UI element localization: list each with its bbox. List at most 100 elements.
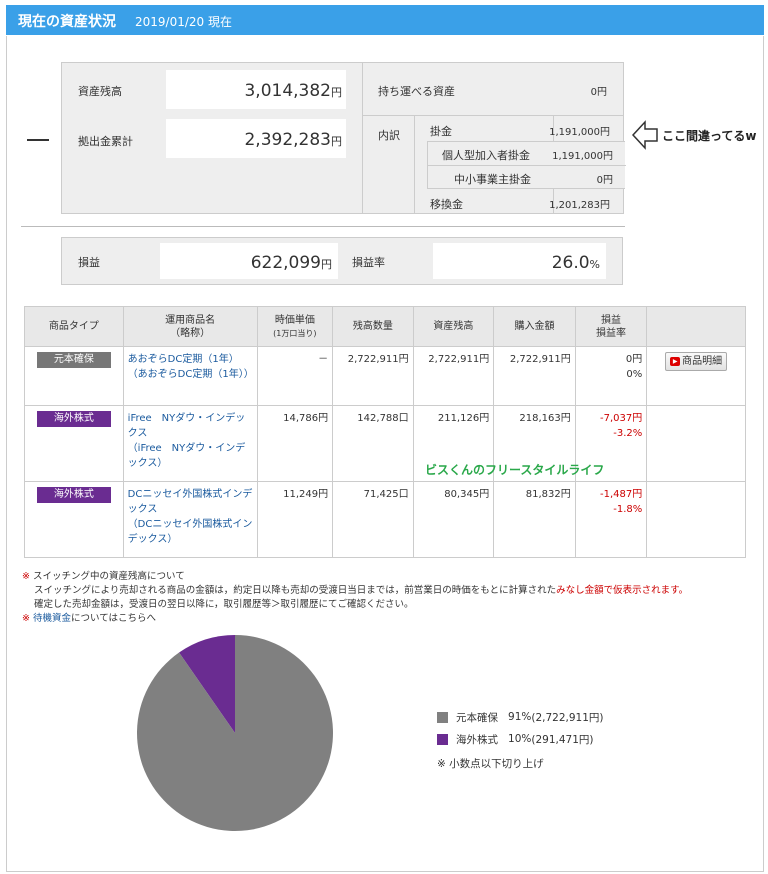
sme-label: 中小事業主掛金 [454, 173, 531, 186]
pl-value: -7,037円 [600, 413, 643, 424]
product-detail-button[interactable]: ▶ 商品明細 [665, 352, 728, 371]
qty-cell: 71,425口 [332, 481, 414, 558]
fund-name-link[interactable]: DCニッセイ外国株式インデックス [128, 489, 253, 515]
name-cell: あおぞらDC定期（1年） （あおぞらDC定期（1年）） [122, 346, 258, 406]
table-row: 海外株式 DCニッセイ外国株式インデックス （DCニッセイ外国株式インデックス） … [24, 481, 746, 558]
type-badge: 海外株式 [36, 487, 111, 503]
pl-value: 0円 [625, 354, 643, 365]
portable-label: 持ち運べる資産 [378, 85, 455, 98]
type-cell: 海外株式 [24, 481, 124, 558]
individual-label: 個人型加入者掛金 [442, 149, 530, 162]
collapse-dash-icon[interactable] [27, 139, 49, 141]
action-cell [646, 405, 746, 482]
transfer-label: 移換金 [430, 198, 463, 211]
legend-footnote: ※ 小数点以下切り上げ [437, 757, 544, 770]
col-action [646, 306, 746, 347]
name-cell: iFree NYダウ・インデックス （iFree NYダウ・インデックス） [122, 405, 258, 482]
col-name: 運用商品名 （略称） [122, 306, 258, 347]
type-cell: 海外株式 [24, 405, 124, 482]
legend-pct: 10% [508, 733, 532, 745]
balance-cell: 2,722,911円 [412, 346, 495, 406]
profit-rate-value: 26.0% [551, 253, 600, 273]
col-price: 時価単価 (1万口当り) [256, 306, 334, 347]
action-cell: ▶ 商品明細 [646, 346, 746, 406]
legend-amount: (2,722,911円) [531, 711, 604, 724]
contrib-value-box: 2,392,283円 [166, 119, 346, 158]
balance-value: 3,014,382円 [244, 81, 342, 101]
name-cell: DCニッセイ外国株式インデックス （DCニッセイ外国株式インデックス） [122, 481, 258, 558]
price-cell: 11,249円 [256, 481, 334, 558]
legend-amount: (291,471円) [531, 733, 594, 746]
balance-summary-box: 資産残高 3,014,382円 拠出金累計 2,392,283円 [61, 62, 363, 214]
pl-cell: 0円 0% [574, 346, 648, 406]
profit-rate-label: 損益率 [352, 256, 385, 269]
page-title: 現在の資産状況 [18, 14, 116, 30]
arrow-left-icon [632, 120, 658, 150]
annotation-note: ここ間違ってるw [662, 129, 757, 143]
balance-cell: 80,345円 [412, 481, 495, 558]
kakekin-label: 掛金 [430, 125, 452, 138]
individual-value: 1,191,000円 [552, 151, 613, 162]
fund-short-name[interactable]: （あおぞらDC定期（1年）） [128, 369, 254, 380]
type-cell: 元本確保 [24, 346, 124, 406]
portable-value: 0円 [590, 87, 607, 98]
col-purchase: 購入金額 [493, 306, 576, 347]
as-of-date: 2019/01/20 現在 [135, 15, 232, 29]
kakekin-value: 1,191,000円 [549, 127, 610, 138]
divider [428, 165, 626, 166]
pl-rate: -1.8% [613, 504, 643, 515]
breakdown-table: 掛金 1,191,000円 個人型加入者掛金 1,191,000円 中小事業主掛… [414, 116, 626, 213]
pl-cell: -1,487円 -1.8% [574, 481, 648, 558]
note-line-1: スイッチングにより売却される商品の金額は，約定日以降も売却の受渡日当日までは，前… [34, 585, 689, 596]
note-standby: ※ 待機資金についてはこちらへ [22, 613, 157, 624]
col-pl: 損益 損益率 [574, 306, 648, 347]
action-cell [646, 481, 746, 558]
type-badge: 元本確保 [36, 352, 111, 368]
balance-label: 資産残高 [78, 85, 122, 98]
fund-name-link[interactable]: あおぞらDC定期（1年） [128, 354, 239, 365]
qty-cell: 2,722,911円 [332, 346, 414, 406]
profit-value: 622,099円 [250, 253, 332, 273]
contrib-label: 拠出金累計 [78, 135, 133, 148]
page-header: 現在の資産状況 2019/01/20 現在 [6, 5, 764, 35]
chart-legend: 元本確保 91% (2,722,911円) 海外株式 10% (291,471円… [437, 706, 604, 774]
profit-label: 損益 [78, 256, 100, 269]
profit-value-box: 622,099円 [160, 243, 338, 279]
play-icon: ▶ [670, 356, 681, 366]
col-balance: 資産残高 [412, 306, 495, 347]
legend-item: 元本確保 91% (2,722,911円) [437, 706, 604, 728]
sme-value: 0円 [596, 175, 613, 186]
pie-slice-principal-guaranteed [136, 635, 333, 831]
note-line-2: 確定した売却金額は，受渡日の翌日以降に，取引履歴等＞取引履歴にてご確認ください。 [34, 599, 414, 610]
table-row: 海外株式 iFree NYダウ・インデックス （iFree NYダウ・インデックス… [24, 405, 746, 482]
legend-label: 元本確保 [456, 711, 498, 724]
legend-swatch [437, 711, 448, 723]
legend-item: 海外株式 10% (291,471円) [437, 728, 604, 750]
legend-pct: 91% [508, 711, 532, 723]
table-header-row: 商品タイプ 運用商品名 （略称） 時価単価 (1万口当り) 残高数量 資産残高 購入… [24, 306, 746, 347]
profit-rate-value-box: 26.0% [433, 243, 606, 279]
contrib-value: 2,392,283円 [244, 130, 342, 150]
purchase-cell: 81,832円 [493, 481, 576, 558]
type-badge: 海外株式 [36, 411, 111, 427]
fund-short-name[interactable]: （DCニッセイ外国株式インデックス） [128, 519, 253, 545]
price-cell: － [256, 346, 334, 406]
price-cell: 14,786円 [256, 405, 334, 482]
pl-value: -1,487円 [600, 489, 643, 500]
profit-box: 損益 622,099円 損益率 26.0% [61, 237, 623, 285]
blog-watermark: ビスくんのフリースタイルライフ [425, 463, 605, 477]
table-row: 元本確保 あおぞらDC定期（1年） （あおぞらDC定期（1年）） － 2,722,… [24, 346, 746, 406]
kakekin-detail: 個人型加入者掛金 1,191,000円 中小事業主掛金 0円 [427, 141, 626, 189]
breakdown-label: 内訳 [378, 129, 400, 142]
standby-funds-link[interactable]: 待機資金 [33, 613, 71, 624]
asset-allocation-pie-chart [136, 635, 333, 831]
fund-short-name[interactable]: （iFree NYダウ・インデックス） [128, 443, 246, 469]
section-divider [21, 226, 625, 227]
purchase-cell: 2,722,911円 [493, 346, 576, 406]
legend-swatch [437, 733, 448, 745]
transfer-value: 1,201,283円 [549, 200, 610, 211]
fund-name-link[interactable]: iFree NYダウ・インデックス [128, 413, 246, 439]
qty-cell: 142,788口 [332, 405, 414, 482]
legend-label: 海外株式 [456, 733, 498, 746]
pl-rate: 0% [626, 369, 643, 380]
